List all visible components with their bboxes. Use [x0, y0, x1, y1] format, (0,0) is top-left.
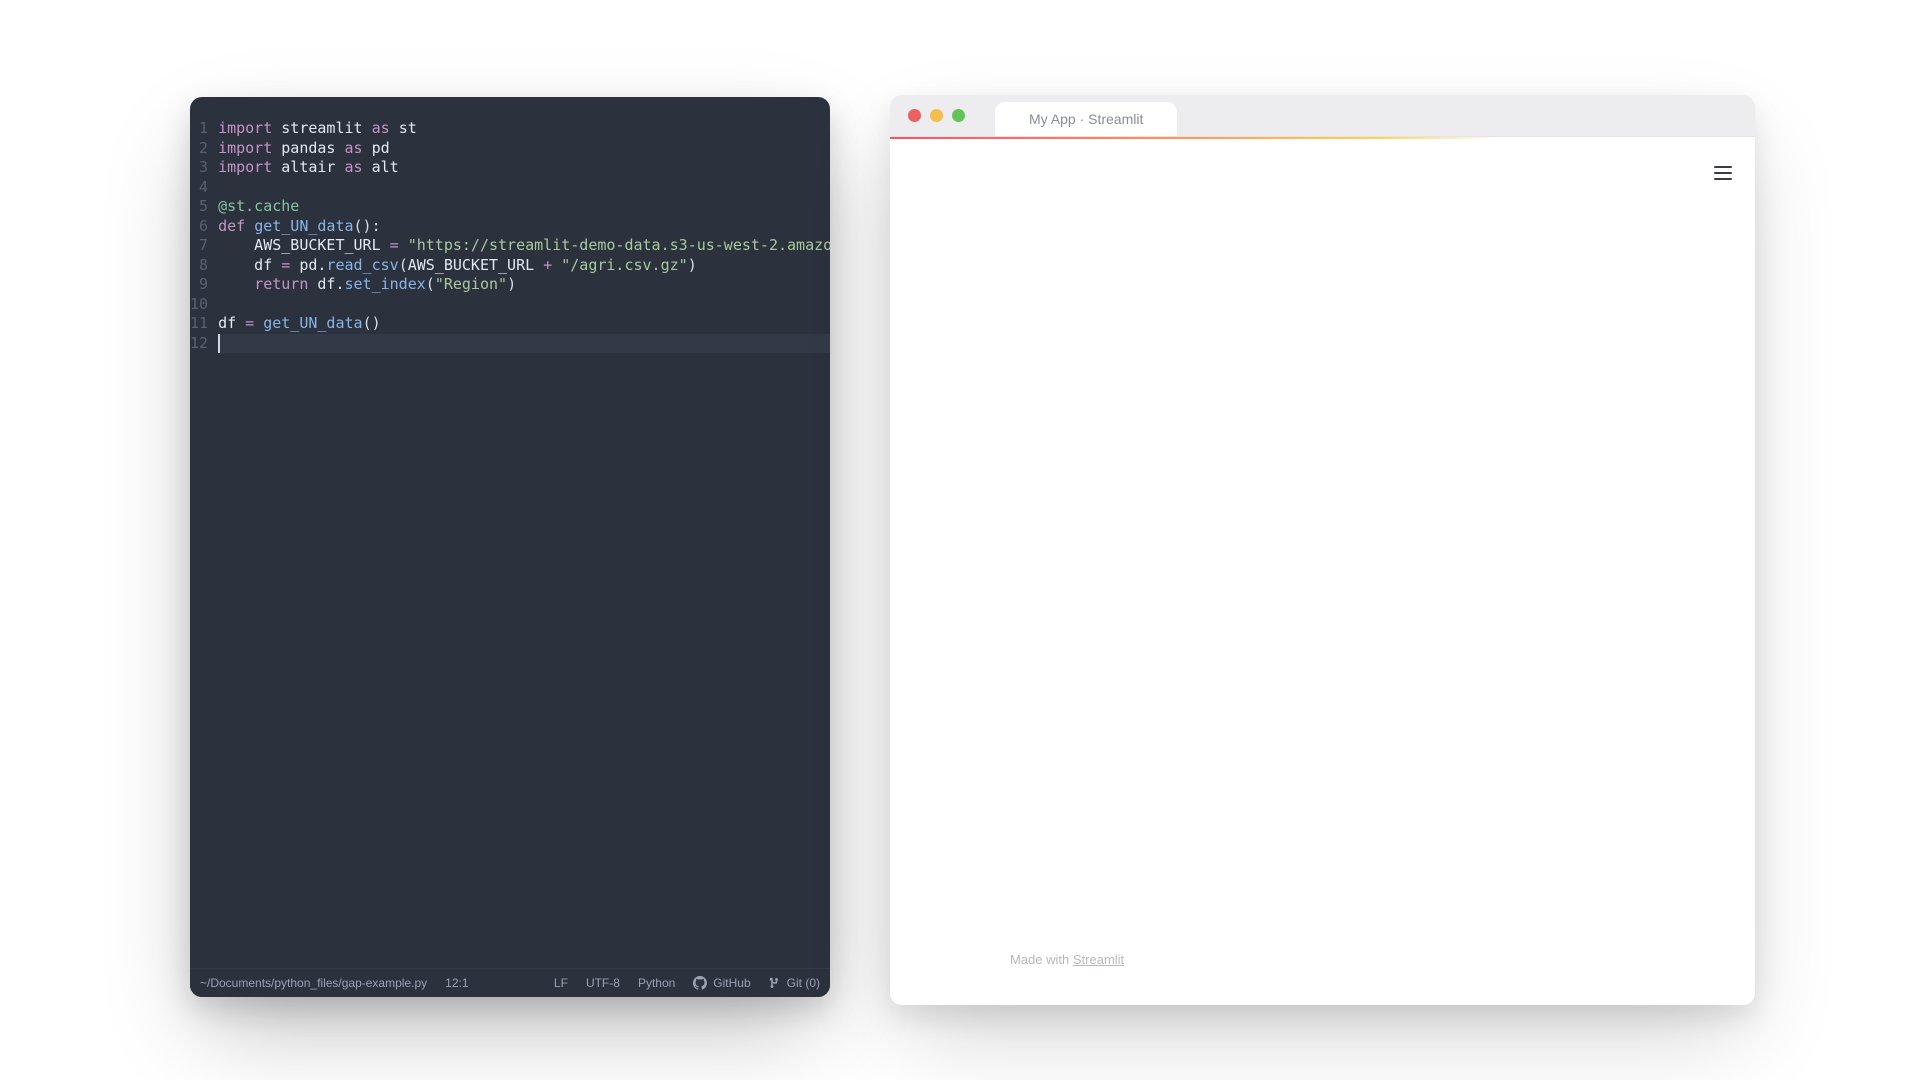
code-editor-body[interactable]: 123456789101112 import streamlit as stim…: [190, 97, 830, 968]
window-controls: [908, 109, 995, 136]
status-github[interactable]: GitHub: [693, 976, 750, 990]
streamlit-footer-link[interactable]: Streamlit: [1073, 952, 1124, 967]
minimize-window-button[interactable]: [930, 109, 943, 122]
maximize-window-button[interactable]: [952, 109, 965, 122]
browser-tab-title: My App · Streamlit: [1029, 111, 1143, 127]
github-icon: [693, 976, 707, 990]
streamlit-footer: Made with Streamlit: [1010, 952, 1124, 967]
browser-viewport[interactable]: Made with Streamlit: [890, 139, 1755, 1005]
browser-tab[interactable]: My App · Streamlit: [995, 102, 1177, 136]
status-cursor-pos: 12:1: [445, 976, 468, 990]
line-number-gutter: 123456789101112: [190, 119, 218, 968]
status-git-branch[interactable]: Git (0): [769, 976, 820, 990]
git-branch-icon: [769, 977, 781, 989]
code-area[interactable]: import streamlit as stimport pandas as p…: [218, 119, 830, 968]
editor-status-bar: ~/Documents/python_files/gap-example.py …: [190, 968, 830, 997]
status-encoding[interactable]: UTF-8: [586, 976, 620, 990]
status-language[interactable]: Python: [638, 976, 675, 990]
hamburger-menu-button[interactable]: [1711, 161, 1735, 185]
close-window-button[interactable]: [908, 109, 921, 122]
browser-window: My App · Streamlit Made with Streamlit: [890, 95, 1755, 1005]
browser-titlebar: My App · Streamlit: [890, 95, 1755, 137]
status-filepath: ~/Documents/python_files/gap-example.py: [200, 976, 427, 990]
status-eol[interactable]: LF: [554, 976, 568, 990]
code-editor-window: 123456789101112 import streamlit as stim…: [190, 97, 830, 997]
